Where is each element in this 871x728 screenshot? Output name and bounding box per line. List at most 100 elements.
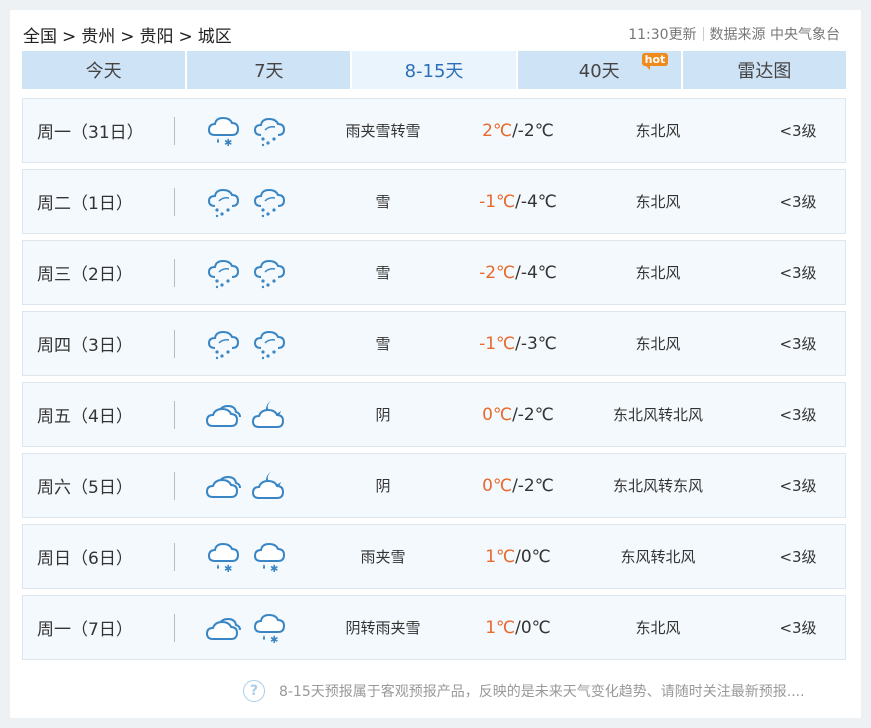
wind-level: <3级 (779, 548, 817, 566)
weather-icons (205, 241, 287, 304)
rain-snow-icon: ✱ (253, 542, 286, 575)
forecast-row: 周一（7日） ✱ 阴转雨夹雪 1℃/0℃ 东北风 <3级 (22, 595, 846, 660)
weather-icons: ✱ ✱ (205, 525, 287, 588)
forecast-row: 周日（6日） ✱ ✱ 雨夹雪 1℃/0℃ 东风转北风 <3级 (22, 524, 846, 589)
forecast-row: 周四（3日） 雪 -1℃/-3℃ 东北风 <3级 (22, 311, 846, 376)
data-source: 11:30更新 数据来源 中央气象台 (628, 24, 840, 44)
weather-desc: 雪 (375, 335, 391, 353)
question-icon[interactable]: ? (243, 680, 265, 702)
cloudy-night-icon (251, 471, 285, 499)
tab-1[interactable]: 7天 (187, 51, 353, 89)
temp-low: /0℃ (515, 546, 551, 567)
forecast-panel: 全国 > 贵州 > 贵阳 > 城区 11:30更新 数据来源 中央气象台 今天 7天 8-15天 4… (10, 10, 861, 718)
wind-direction: 东北风 (635, 619, 681, 637)
wind-direction: 东北风转北风 (612, 406, 703, 424)
forecast-row: 周三（2日） 雪 -2℃/-4℃ 东北风 <3级 (22, 240, 846, 305)
weather-icons: ✱ (205, 99, 287, 162)
temperature: 1℃/0℃ (463, 596, 573, 659)
tab-3[interactable]: 40天 hot (517, 51, 683, 89)
row-divider (174, 472, 175, 500)
weather-desc: 阴 (375, 406, 391, 424)
weather-icons (205, 170, 287, 233)
footer-note: ? 8-15天预报属于客观预报产品，反映的是未来天气变化趋势、请随时关注最新预报… (243, 680, 805, 702)
day-label: 周六（5日） (37, 478, 133, 498)
wind-level: <3级 (779, 193, 817, 211)
temp-low: /-4℃ (515, 191, 557, 212)
breadcrumb-province[interactable]: 贵州 (81, 27, 115, 47)
overcast-icon (205, 617, 241, 640)
temp-high: 1℃ (485, 546, 516, 567)
temp-high: 1℃ (485, 617, 516, 638)
footer-text: 8-15天预报属于客观预报产品，反映的是未来天气变化趋势、请随时关注最新预报..… (279, 684, 805, 700)
temperature: 1℃/0℃ (463, 525, 573, 588)
rain-snow-icon: ✱ (207, 542, 240, 575)
hot-badge: hot (641, 53, 669, 70)
svg-text:✱: ✱ (270, 564, 278, 575)
svg-text:✱: ✱ (224, 138, 232, 149)
weather-icons (205, 383, 287, 446)
temp-low: /0℃ (515, 617, 551, 638)
weather-desc: 雪 (375, 193, 391, 211)
row-divider (174, 614, 175, 642)
wind-level: <3级 (779, 335, 817, 353)
breadcrumb-district: 城区 (197, 27, 232, 47)
temperature: -1℃/-3℃ (463, 312, 573, 375)
temp-high: 2℃ (482, 120, 513, 141)
forecast-row: 周六（5日） 阴 0℃/-2℃ 东北风转东风 <3级 (22, 453, 846, 518)
day-label: 周二（1日） (37, 194, 133, 214)
breadcrumb-separator: > (120, 27, 135, 47)
cloudy-night-icon (251, 400, 285, 428)
wind-level: <3级 (779, 477, 817, 495)
temperature: -1℃/-4℃ (463, 170, 573, 233)
snow-icon (207, 330, 240, 359)
forecast-list: 周一（31日） ✱ 雨夹雪转雪 2℃/-2℃ 东北风 <3级 周二（1日）雪 -1℃/-4℃ 东… (22, 98, 846, 666)
temperature: -2℃/-4℃ (463, 241, 573, 304)
wind-level: <3级 (779, 122, 817, 140)
snow-icon (253, 330, 286, 359)
weather-desc: 雪 (375, 264, 391, 282)
temp-high: -2℃ (479, 262, 516, 283)
wind-direction: 东北风 (635, 193, 681, 211)
source-divider (702, 27, 704, 41)
temp-low: /-2℃ (512, 475, 554, 496)
wind-direction: 东北风转东风 (612, 477, 703, 495)
forecast-row: 周一（31日） ✱ 雨夹雪转雪 2℃/-2℃ 东北风 <3级 (22, 98, 846, 163)
temperature: 0℃/-2℃ (463, 454, 573, 517)
weather-desc: 雨夹雪 (360, 548, 406, 566)
day-label: 周四（3日） (37, 336, 133, 356)
wind-level: <3级 (779, 619, 817, 637)
weather-desc: 阴 (375, 477, 391, 495)
forecast-row: 周五（4日） 阴 0℃/-2℃ 东北风转北风 <3级 (22, 382, 846, 447)
snow-icon (253, 117, 286, 146)
tab-0[interactable]: 今天 (22, 51, 188, 89)
breadcrumb-country[interactable]: 全国 (23, 27, 57, 47)
temp-low: /-4℃ (515, 262, 557, 283)
tab-label: 40天 (578, 61, 620, 82)
breadcrumb-city[interactable]: 贵阳 (140, 27, 174, 47)
temp-low: /-2℃ (512, 120, 554, 141)
temperature: 0℃/-2℃ (463, 383, 573, 446)
row-divider (174, 330, 175, 358)
forecast-tabs: 今天 7天 8-15天 40天 hot 雷达图 (22, 51, 847, 89)
day-label: 周一（7日） (37, 620, 133, 640)
temp-high: -1℃ (479, 333, 516, 354)
weather-desc: 阴转雨夹雪 (345, 619, 421, 637)
weather-icons: ✱ (205, 596, 287, 659)
row-divider (174, 188, 175, 216)
forecast-row: 周二（1日） 雪 -1℃/-4℃ 东北风 <3级 (22, 169, 846, 234)
row-divider (174, 401, 175, 429)
breadcrumb-separator: > (178, 27, 193, 47)
row-divider (174, 117, 175, 145)
tab-4[interactable]: 雷达图 (682, 51, 847, 89)
temp-low: /-3℃ (515, 333, 557, 354)
wind-direction: 东北风 (635, 122, 681, 140)
rain-snow-icon: ✱ (253, 613, 286, 646)
day-label: 周日（6日） (37, 549, 133, 569)
wind-direction: 东风转北风 (620, 548, 696, 566)
temp-high: -1℃ (479, 191, 516, 212)
tab-2[interactable]: 8-15天 (352, 51, 518, 89)
snow-icon (253, 259, 286, 288)
snow-icon (207, 188, 240, 217)
wind-direction: 东北风 (635, 264, 681, 282)
svg-text:✱: ✱ (224, 564, 232, 575)
